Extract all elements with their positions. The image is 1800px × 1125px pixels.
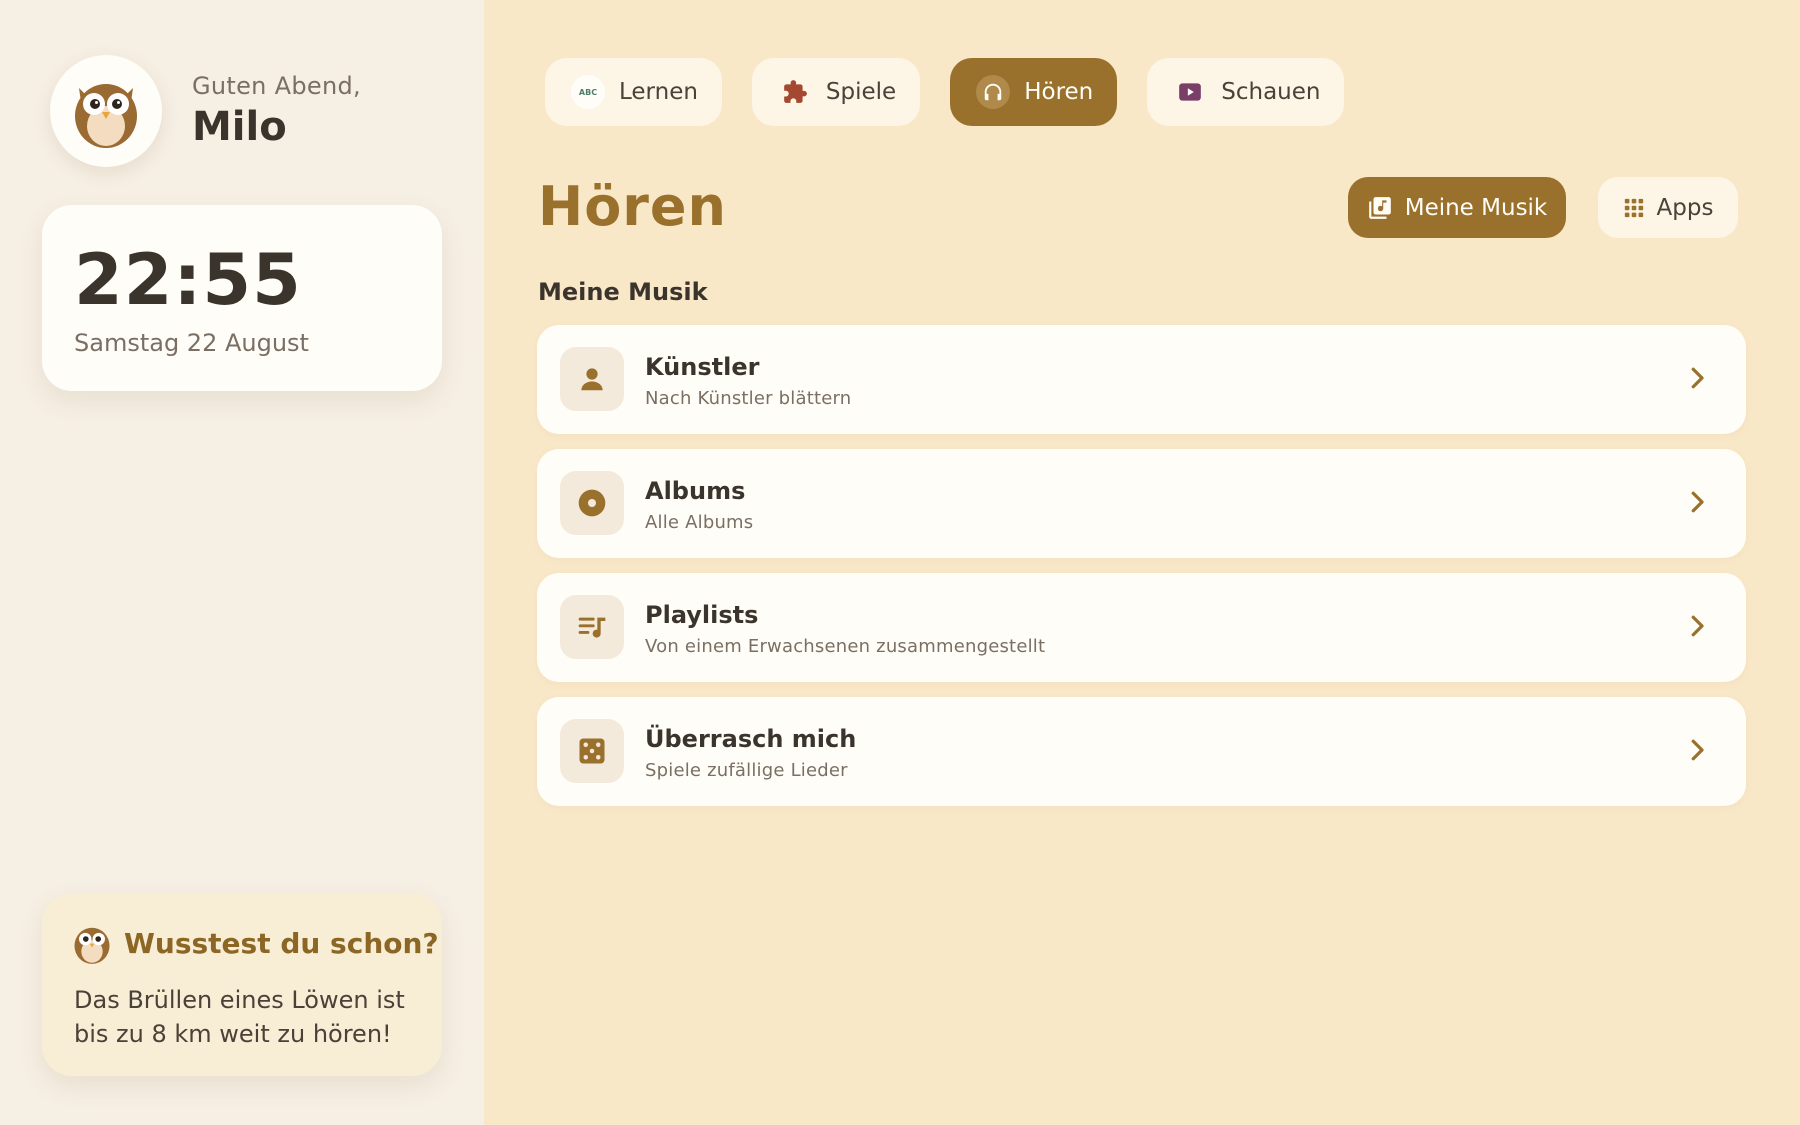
chevron-right-icon bbox=[1691, 491, 1704, 513]
chevron-right-icon bbox=[1691, 739, 1704, 761]
tab-spiele[interactable]: Spiele bbox=[751, 58, 921, 126]
owl-icon bbox=[75, 84, 137, 148]
list-item-subtitle: Von einem Erwachsenen zusammengestellt bbox=[645, 636, 1046, 657]
music-library-icon bbox=[1368, 196, 1391, 219]
clock-card: 22:55 Samstag 22 August bbox=[42, 205, 442, 391]
apps-label: Apps bbox=[1656, 194, 1714, 221]
list-item-subtitle: Spiele zufällige Lieder bbox=[645, 760, 848, 781]
tab-label: Hören bbox=[1024, 79, 1094, 105]
avatar[interactable] bbox=[50, 55, 162, 167]
music-list: Künstler Nach Künstler blättern Albums A… bbox=[537, 325, 1746, 821]
list-item-title: Albums bbox=[645, 477, 746, 505]
list-item-subtitle: Alle Albums bbox=[645, 512, 754, 533]
sidebar: Guten Abend, Milo 22:55 Samstag 22 Augus… bbox=[0, 0, 484, 1125]
fun-fact-title: Wusstest du schon? bbox=[124, 926, 439, 960]
abc-icon: ABC bbox=[571, 75, 605, 109]
tab-label: Spiele bbox=[825, 79, 897, 105]
list-item-title: Playlists bbox=[645, 601, 759, 629]
list-item-albums[interactable]: Albums Alle Albums bbox=[537, 449, 1746, 558]
apps-button[interactable]: Apps bbox=[1598, 177, 1738, 238]
list-item-kuenstler[interactable]: Künstler Nach Künstler blättern bbox=[537, 325, 1746, 434]
person-icon bbox=[560, 347, 624, 411]
chevron-right-icon bbox=[1691, 367, 1704, 389]
disc-icon bbox=[560, 471, 624, 535]
list-item-playlists[interactable]: Playlists Von einem Erwachsenen zusammen… bbox=[537, 573, 1746, 682]
play-icon bbox=[1173, 75, 1207, 109]
tab-schauen[interactable]: Schauen bbox=[1147, 58, 1345, 126]
playlist-icon bbox=[560, 595, 624, 659]
section-title: Meine Musik bbox=[538, 278, 708, 306]
headphones-icon bbox=[976, 75, 1011, 109]
my-music-button[interactable]: Meine Musik bbox=[1348, 177, 1566, 238]
user-name: Milo bbox=[192, 104, 287, 150]
list-item-subtitle: Nach Künstler blättern bbox=[645, 388, 852, 409]
tab-hoeren[interactable]: Hören bbox=[950, 58, 1118, 126]
my-music-label: Meine Musik bbox=[1404, 194, 1548, 221]
tab-lernen[interactable]: ABC Lernen bbox=[545, 58, 722, 126]
fun-fact-card: Wusstest du schon? Das Brüllen eines Löw… bbox=[42, 893, 442, 1076]
fun-fact-text: Das Brüllen eines Löwen ist bis zu 8 km … bbox=[74, 986, 405, 1048]
owl-icon bbox=[74, 927, 110, 964]
list-item-shuffle[interactable]: Überrasch mich Spiele zufällige Lieder bbox=[537, 697, 1746, 806]
clock-time: 22:55 bbox=[74, 239, 302, 321]
greeting: Guten Abend, Milo bbox=[192, 72, 361, 150]
page-title: Hören bbox=[538, 175, 727, 238]
list-item-title: Überrasch mich bbox=[645, 725, 857, 753]
dice-icon bbox=[560, 719, 624, 783]
greeting-text: Guten Abend, bbox=[192, 72, 361, 100]
tab-label: Lernen bbox=[619, 79, 698, 105]
tab-label: Schauen bbox=[1221, 79, 1321, 105]
chevron-right-icon bbox=[1691, 615, 1704, 637]
list-item-title: Künstler bbox=[645, 353, 760, 381]
puzzle-icon bbox=[778, 75, 812, 109]
apps-grid-icon bbox=[1624, 198, 1643, 217]
fun-fact-header: Wusstest du schon? bbox=[72, 921, 439, 965]
clock-date: Samstag 22 August bbox=[74, 329, 309, 357]
category-tabs: ABC Lernen Spiele Hören Schauen bbox=[545, 58, 1345, 126]
